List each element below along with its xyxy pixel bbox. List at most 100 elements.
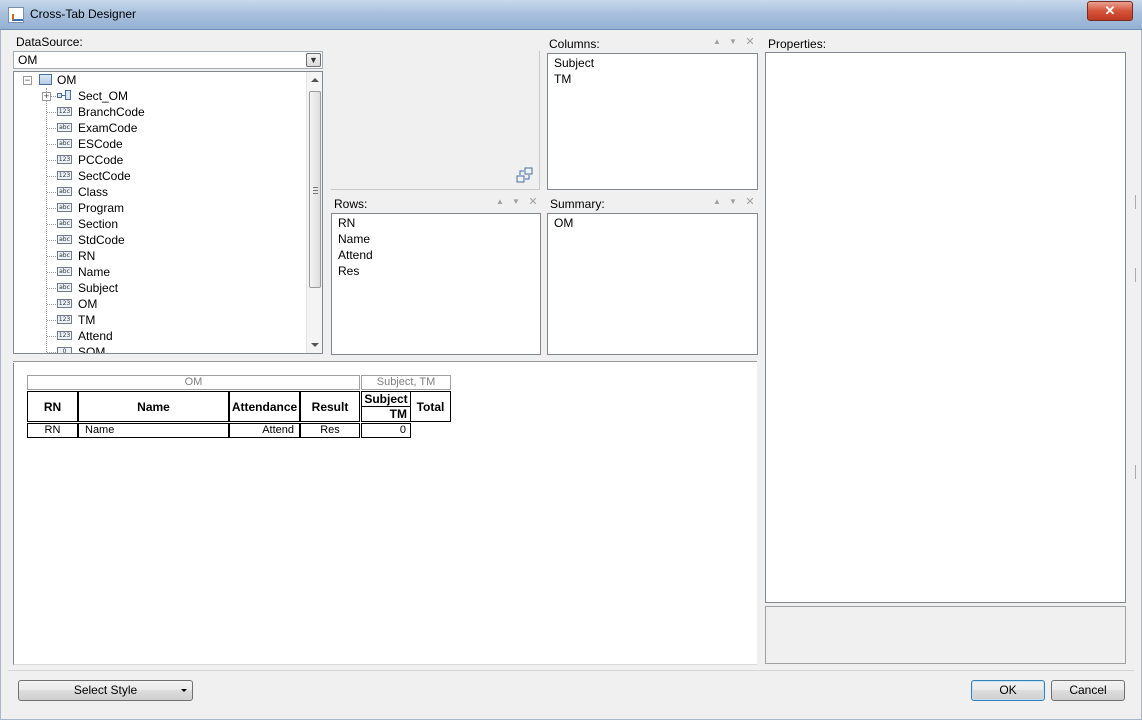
list-item[interactable]: RN xyxy=(338,216,355,230)
tree-item[interactable]: 123 TM xyxy=(14,312,306,328)
field-tree[interactable]: − OM + Sect_OM 123 BranchCode abc ExamCode abc… xyxy=(13,71,323,354)
tree-item-label: TM xyxy=(78,313,96,327)
tree-item[interactable]: abc ESCode xyxy=(14,136,306,152)
remove-icon[interactable]: ✕ xyxy=(528,197,538,208)
rows-list[interactable]: RN Name Attend Res xyxy=(331,213,541,355)
tree-branch-line xyxy=(47,128,56,129)
tree-item[interactable]: abc Program xyxy=(14,200,306,216)
properties-grid[interactable] xyxy=(765,52,1126,603)
move-up-icon[interactable]: ▲ xyxy=(712,37,722,47)
remove-icon[interactable]: ✕ xyxy=(745,197,755,208)
title-bar: Cross-Tab Designer ✕ xyxy=(0,0,1142,30)
resize-grip[interactable] xyxy=(1135,465,1138,479)
numeric-field-icon: 123 xyxy=(57,299,72,308)
chevron-down-icon[interactable]: ▼ xyxy=(306,53,321,67)
tree-branch-line xyxy=(47,240,56,241)
cell-text: 0 xyxy=(399,424,406,436)
tree-item-label: Subject xyxy=(78,281,119,295)
tree-root[interactable]: OM xyxy=(14,72,306,88)
tree-item-label: Section xyxy=(78,217,119,231)
list-item[interactable]: Attend xyxy=(338,248,373,262)
header-label: Attendance xyxy=(231,400,298,414)
list-item[interactable]: Name xyxy=(338,232,370,246)
text-field-icon: abc xyxy=(57,283,72,292)
list-item[interactable]: Subject xyxy=(554,56,594,70)
header-label: Subject xyxy=(364,392,408,406)
tree-branch-line xyxy=(47,224,56,225)
tree-branch-line xyxy=(47,288,56,289)
tree-item[interactable]: abc RN xyxy=(14,248,306,264)
close-button[interactable]: ✕ xyxy=(1087,1,1133,21)
numeric-field-icon: 0 xyxy=(57,347,72,353)
tree-scrollbar[interactable] xyxy=(306,72,322,353)
numeric-field-icon: 123 xyxy=(57,155,72,164)
property-description xyxy=(765,606,1126,664)
cell-text: RN xyxy=(44,424,61,436)
tree-branch-line xyxy=(47,336,56,337)
rows-toolbar: ▲ ▼ ✕ xyxy=(495,197,540,209)
expand-icon[interactable]: + xyxy=(42,92,51,101)
move-down-icon[interactable]: ▼ xyxy=(728,197,738,207)
list-item[interactable]: TM xyxy=(554,72,571,86)
resize-grip[interactable] xyxy=(1135,268,1138,282)
tree-item-label: PCCode xyxy=(78,153,124,167)
cell-attend: Attend xyxy=(229,423,300,438)
tree-branch-line xyxy=(47,352,56,353)
tree-branch-line xyxy=(47,112,56,113)
summary-label: Summary: xyxy=(550,197,605,211)
tree-item[interactable]: + Sect_OM xyxy=(14,88,306,104)
tree-item-label: BranchCode xyxy=(78,105,145,119)
list-item[interactable]: Res xyxy=(338,264,359,278)
tree-item[interactable]: abc Name xyxy=(14,264,306,280)
move-up-icon[interactable]: ▲ xyxy=(712,197,722,207)
tree-item-label: RN xyxy=(78,249,96,263)
tree-item[interactable]: 0 SOM xyxy=(14,344,306,353)
relation-icon xyxy=(57,90,71,101)
tree-item[interactable]: abc ExamCode xyxy=(14,120,306,136)
list-item[interactable]: OM xyxy=(554,216,573,230)
header-rn: RN xyxy=(27,391,78,422)
swap-axes-icon[interactable] xyxy=(516,167,533,183)
scroll-thumb[interactable] xyxy=(309,91,321,288)
ok-button[interactable]: OK xyxy=(971,680,1045,701)
tree-branch-line xyxy=(47,256,56,257)
scroll-up-icon[interactable] xyxy=(311,78,319,82)
tree-item[interactable]: 123 OM xyxy=(14,296,306,312)
resize-grip[interactable] xyxy=(1135,195,1138,209)
tree-item[interactable]: abc Section xyxy=(14,216,306,232)
numeric-field-icon: 123 xyxy=(57,315,72,324)
move-down-icon[interactable]: ▼ xyxy=(728,37,738,47)
datasource-label: DataSource: xyxy=(16,35,83,49)
remove-icon[interactable]: ✕ xyxy=(745,37,755,48)
tree-item[interactable]: abc StdCode xyxy=(14,232,306,248)
tree-item-label: Sect_OM xyxy=(78,89,129,103)
tree-item-label: OM xyxy=(78,297,98,311)
scroll-down-icon[interactable] xyxy=(311,343,319,347)
tree-item[interactable]: 123 Attend xyxy=(14,328,306,344)
move-up-icon[interactable]: ▲ xyxy=(495,197,505,207)
tree-branch-line xyxy=(47,160,56,161)
summary-caption: OM xyxy=(184,376,203,388)
tree-item[interactable]: 123 PCCode xyxy=(14,152,306,168)
tree-item[interactable]: abc Class xyxy=(14,184,306,200)
move-down-icon[interactable]: ▼ xyxy=(511,197,521,207)
tree-item-label: Class xyxy=(78,185,109,199)
tree-branch-line xyxy=(47,144,56,145)
cell-res: Res xyxy=(300,423,360,438)
tree-item[interactable]: 123 BranchCode xyxy=(14,104,306,120)
tree-branch-line xyxy=(47,208,56,209)
tree-item[interactable]: 123 SectCode xyxy=(14,168,306,184)
text-field-icon: abc xyxy=(57,267,72,276)
tree-branch-line xyxy=(47,192,56,193)
header-name: Name xyxy=(78,391,229,422)
tree-item[interactable]: abc Subject xyxy=(14,280,306,296)
summary-list[interactable]: OM xyxy=(547,213,758,355)
datasource-select[interactable]: OM ▼ xyxy=(13,51,323,69)
text-field-icon: abc xyxy=(57,187,72,196)
tree-item-label: ESCode xyxy=(78,137,123,151)
tree-item-label: Name xyxy=(78,265,111,279)
columns-list[interactable]: Subject TM xyxy=(547,53,758,190)
cancel-button[interactable]: Cancel xyxy=(1051,680,1125,701)
select-style-button[interactable]: Select Style xyxy=(18,680,193,701)
header-label: TM xyxy=(389,407,407,421)
